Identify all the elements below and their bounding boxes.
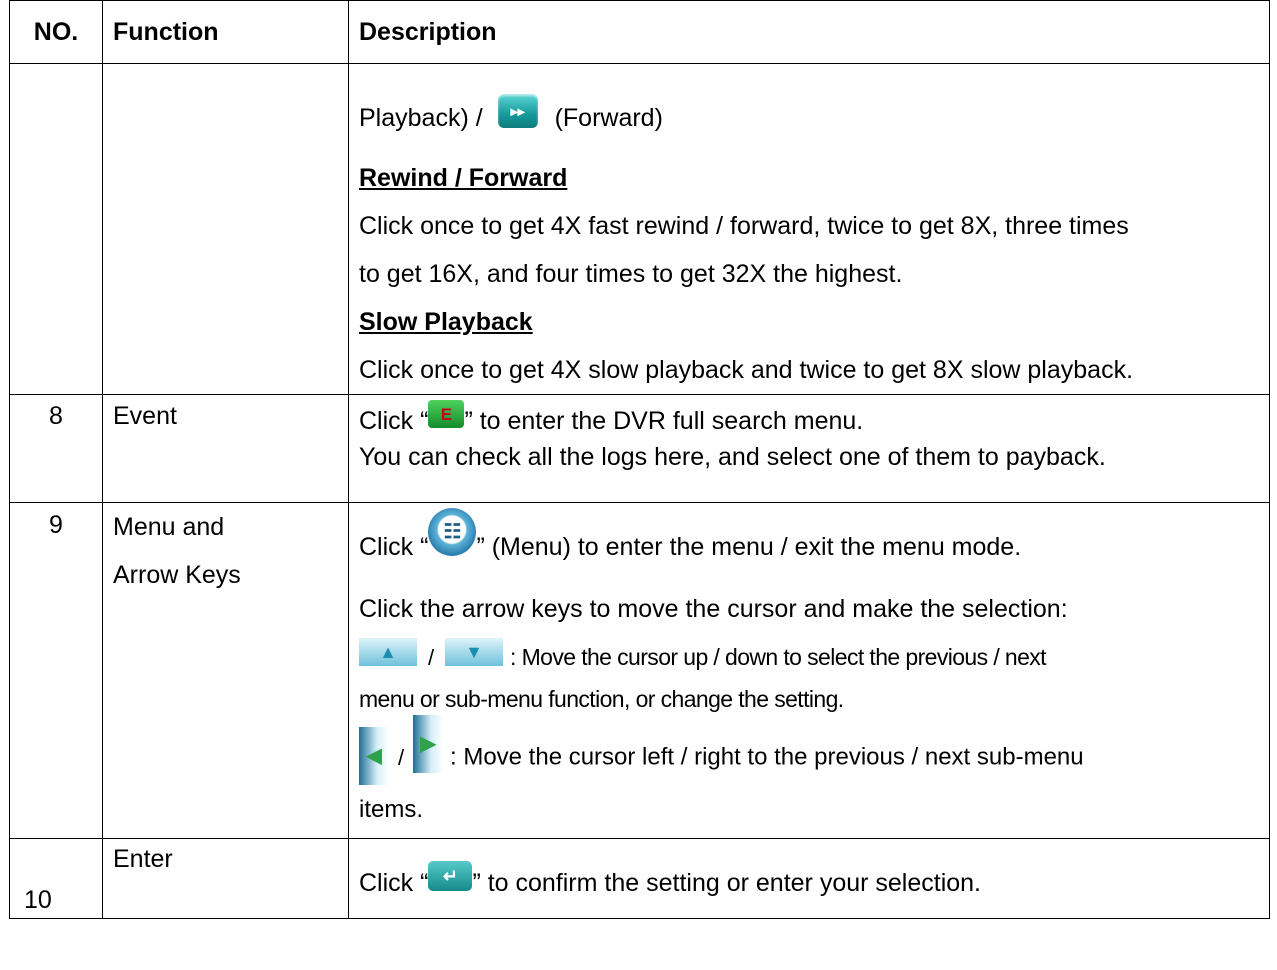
table-row-menu: 9 Menu and Arrow Keys Click “ ☷ ” (Menu) t… <box>9 502 1270 839</box>
function-table-page: NO. Function Description Playback) / ▸▸ … <box>9 0 1270 919</box>
event-line-1: Click “ E ” to enter the DVR full search m… <box>359 400 1269 439</box>
table-row-continued: Playback) / ▸▸ (Forward) Rewind / Forwar… <box>9 63 1270 395</box>
menu-function-line-2: Arrow Keys <box>113 561 241 589</box>
event-after-icon-text: ” to enter the DVR full search menu. <box>464 407 864 435</box>
arrow-down-icon-glyph: ▼ <box>465 642 483 663</box>
slow-playback-heading: Slow Playback <box>359 308 533 336</box>
table-row-event: 8 Event Click “ E ” to enter the DVR full … <box>9 394 1270 503</box>
updown-slash: / <box>427 645 435 670</box>
event-click-text: Click “ <box>359 407 429 435</box>
slow-playback-text: Click once to get 4X slow playback and t… <box>359 356 1134 384</box>
cell-description-event: Click “ E ” to enter the DVR full search m… <box>348 394 1270 503</box>
forward-line-suffix: (Forward) <box>554 104 663 132</box>
event-line-2: You can check all the logs here, and sel… <box>359 443 1106 471</box>
updown-text-2: menu or sub-menu function, or change the… <box>359 686 844 712</box>
table-header-row: NO. Function Description <box>9 0 1270 64</box>
table-row-enter: 10 Enter Click “ ↵ ” to confirm the settin… <box>9 838 1270 919</box>
arrow-left-icon-glyph: ◀ <box>366 745 382 767</box>
forward-line-prefix: Playback) / <box>359 104 483 132</box>
header-function: Function <box>102 0 349 64</box>
forward-icon: ▸▸ <box>497 94 538 129</box>
arrow-down-icon: ▼ <box>445 638 504 667</box>
arrow-up-icon: ▲ <box>359 638 417 667</box>
cell-function-empty <box>102 63 349 395</box>
cell-function-event: Event <box>102 394 349 503</box>
forward-line: Playback) / ▸▸ (Forward) <box>359 94 1269 150</box>
menu-icon: ☷ <box>428 508 477 557</box>
arrow-right-icon-glyph: ▶ <box>420 733 436 755</box>
arrow-left-icon: ◀ <box>359 727 389 785</box>
menu-click-text: Click “ <box>359 533 429 561</box>
cell-description-menu: Click “ ☷ ” (Menu) to enter the menu / exi… <box>348 502 1270 839</box>
enter-icon-glyph: ↵ <box>442 865 458 886</box>
leftright-slash: / <box>397 744 405 770</box>
menu-line-1: Click “ ☷ ” (Menu) to enter the menu / exi… <box>359 508 1269 585</box>
rewind-forward-text-2: to get 16X, and four times to get 32X th… <box>359 260 903 288</box>
cell-no-empty <box>9 63 103 395</box>
function-table: NO. Function Description Playback) / ▸▸ … <box>9 0 1270 919</box>
arrow-right-icon: ▶ <box>413 715 444 773</box>
leftright-text-2: items. <box>359 796 424 823</box>
cell-no-10: 10 <box>9 838 103 919</box>
arrow-up-icon-glyph: ▲ <box>379 642 397 663</box>
rewind-forward-text-1: Click once to get 4X fast rewind / forwa… <box>359 212 1129 240</box>
enter-click-text: Click “ <box>359 868 429 897</box>
header-no: NO. <box>9 0 103 64</box>
cell-function-enter: Enter <box>102 838 349 919</box>
event-icon-glyph: E <box>440 404 453 424</box>
cell-no-8: 8 <box>9 394 103 503</box>
enter-after-icon-text: ” to confirm the setting or enter your s… <box>472 868 982 897</box>
cell-function-menu: Menu and Arrow Keys <box>102 502 349 839</box>
cell-description-enter: Click “ ↵ ” to confirm the setting or ente… <box>348 838 1270 919</box>
enter-icon: ↵ <box>428 860 473 891</box>
menu-after-icon-text: ” (Menu) to enter the menu / exit the me… <box>476 533 1022 561</box>
rewind-forward-heading: Rewind / Forward <box>359 164 568 192</box>
cell-description-continued: Playback) / ▸▸ (Forward) Rewind / Forwar… <box>348 63 1270 395</box>
header-description: Description <box>348 0 1270 64</box>
updown-text: : Move the cursor up / down to select th… <box>509 644 1047 670</box>
leftright-line: ◀ / ▶ : Move the cursor left / right to … <box>359 715 1269 787</box>
menu-icon-glyph: ☷ <box>443 521 462 544</box>
leftright-text: : Move the cursor left / right to the pr… <box>449 743 1084 771</box>
event-icon: E <box>428 400 465 429</box>
forward-icon-glyph: ▸▸ <box>510 103 525 120</box>
updown-line: ▲ / ▼ : Move the cursor up / down to sel… <box>359 633 1269 673</box>
cell-no-9: 9 <box>9 502 103 839</box>
menu-function-line-1: Menu and <box>113 513 225 541</box>
arrow-keys-intro: Click the arrow keys to move the cursor … <box>359 595 1068 623</box>
